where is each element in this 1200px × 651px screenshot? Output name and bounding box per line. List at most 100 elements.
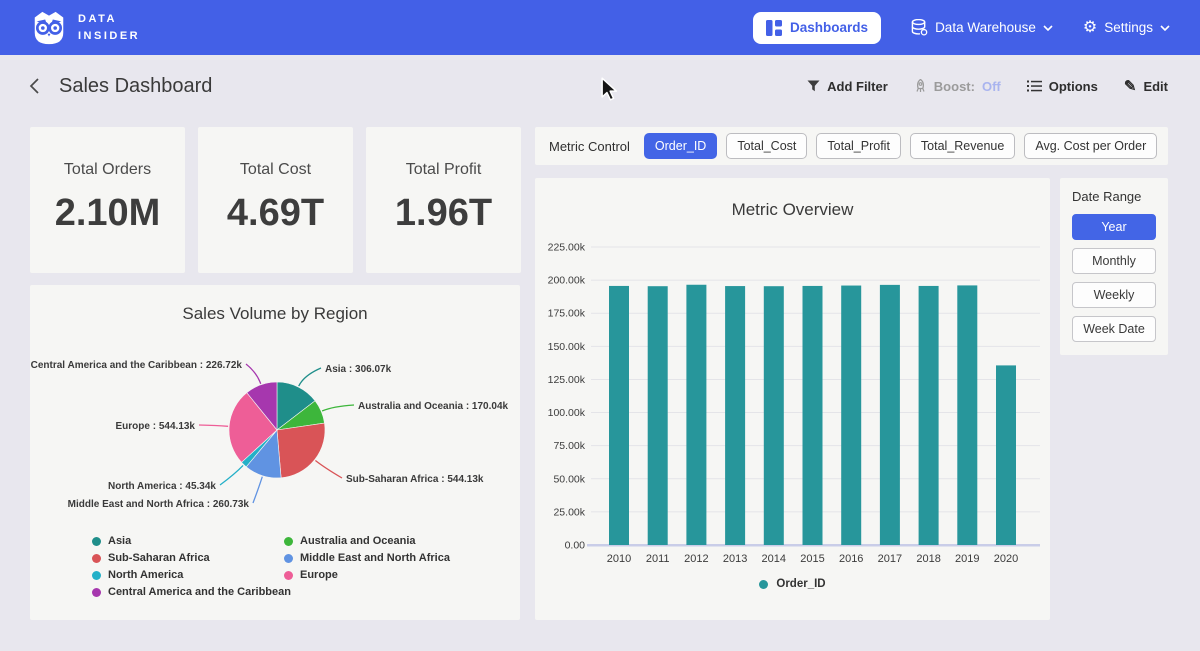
- legend-dot: [92, 571, 101, 580]
- page-title: Sales Dashboard: [59, 75, 212, 98]
- bar-chart[interactable]: 225.00k200.00k175.00k150.00k125.00k100.0…: [535, 178, 1050, 620]
- y-axis-tick-label: 0.00: [565, 540, 586, 552]
- brand-line1: DATA: [78, 11, 140, 28]
- pie-legend-item-europe[interactable]: Europe: [284, 569, 450, 581]
- date-range-week-date[interactable]: Week Date: [1072, 316, 1156, 342]
- x-axis-tick-label: 2018: [916, 553, 940, 565]
- kpi-label: Total Orders: [30, 161, 185, 179]
- bar-2013[interactable]: [725, 286, 745, 545]
- pie-legend-item-middle-east-and-north-africa[interactable]: Middle East and North Africa: [284, 552, 450, 564]
- pie-leader-line: [246, 364, 261, 384]
- metric-control-bar: Metric Control Order_IDTotal_CostTotal_P…: [535, 127, 1168, 165]
- boost-toggle[interactable]: Boost: Off: [914, 79, 1001, 94]
- metric-chip-avg-cost-per-order[interactable]: Avg. Cost per Order: [1024, 133, 1157, 159]
- x-axis-tick-label: 2019: [955, 553, 979, 565]
- kpi-value: 2.10M: [30, 192, 185, 235]
- pie-legend-item-central-america-and-the-caribbean[interactable]: Central America and the Caribbean: [92, 586, 291, 598]
- pie-callout-label: Europe : 544.13k: [116, 421, 196, 432]
- bar-2010[interactable]: [609, 286, 629, 545]
- bar-2011[interactable]: [648, 286, 668, 545]
- legend-label: Asia: [108, 535, 131, 547]
- add-filter-label: Add Filter: [827, 79, 888, 94]
- pie-leader-line: [253, 477, 262, 503]
- owl-logo-icon: [30, 9, 68, 47]
- pie-slice-sub-saharan-africa[interactable]: [277, 423, 325, 478]
- y-axis-tick-label: 125.00k: [548, 374, 586, 386]
- brand-logo[interactable]: DATA INSIDER: [30, 9, 140, 47]
- metric-chip-total-profit[interactable]: Total_Profit: [816, 133, 901, 159]
- pie-chart-title: Sales Volume by Region: [30, 285, 520, 324]
- pie-callout-label: Australia and Oceania : 170.04k: [358, 401, 509, 412]
- legend-label: Order_ID: [776, 578, 825, 590]
- legend-dot: [284, 537, 293, 546]
- options-label: Options: [1049, 79, 1098, 94]
- pie-chart[interactable]: Asia : 306.07k Australia and Oceania : 17…: [30, 330, 520, 530]
- pie-legend-column: Australia and Oceania Middle East and Nor…: [284, 535, 450, 581]
- data-warehouse-menu[interactable]: Data Warehouse: [911, 19, 1053, 36]
- kpi-card-total-cost: Total Cost 4.69T: [198, 127, 353, 273]
- kpi-value: 4.69T: [198, 192, 353, 235]
- rocket-icon: [914, 79, 927, 93]
- header-actions: Add Filter Boost: Off Options ✎ Edit: [807, 79, 1168, 94]
- back-button[interactable]: [28, 77, 41, 95]
- legend-dot: [92, 537, 101, 546]
- pie-chart-card: Sales Volume by Region Asia : 306.07k Aus…: [30, 285, 520, 620]
- pie-legend-item-north-america[interactable]: North America: [92, 569, 291, 581]
- bar-2016[interactable]: [841, 286, 861, 545]
- y-axis-tick-label: 50.00k: [553, 473, 585, 485]
- date-range-options: Year Monthly Weekly Week Date: [1072, 214, 1156, 342]
- bar-chart-legend: Order_ID: [535, 578, 1050, 590]
- boost-state: Off: [982, 79, 1001, 94]
- date-range-label: Date Range: [1072, 189, 1156, 204]
- boost-label: Boost:: [934, 79, 975, 94]
- x-axis-tick-label: 2013: [723, 553, 747, 565]
- pie-legend-item-australia-and-oceania[interactable]: Australia and Oceania: [284, 535, 450, 547]
- date-range-weekly[interactable]: Weekly: [1072, 282, 1156, 308]
- pie-legend-item-sub-saharan-africa[interactable]: Sub-Saharan Africa: [92, 552, 291, 564]
- dashboards-button[interactable]: Dashboards: [753, 12, 881, 44]
- brand-line2: INSIDER: [78, 28, 140, 45]
- options-button[interactable]: Options: [1027, 79, 1098, 94]
- x-axis-tick-label: 2014: [762, 553, 786, 565]
- bar-2012[interactable]: [686, 285, 706, 545]
- database-icon: [911, 19, 928, 36]
- bar-2020[interactable]: [996, 365, 1016, 545]
- metric-chip-group: Order_ID Total_Cost Total_Profit Total_Reve…: [644, 133, 1157, 159]
- legend-label: Central America and the Caribbean: [108, 586, 291, 598]
- dashboard-grid-icon: [766, 20, 782, 36]
- metric-chip-total-revenue[interactable]: Total_Revenue: [910, 133, 1015, 159]
- pie-callout-label: Asia : 306.07k: [325, 364, 392, 375]
- brand-name: DATA INSIDER: [78, 11, 140, 44]
- x-axis-tick-label: 2011: [646, 553, 670, 565]
- settings-menu[interactable]: ⚙ Settings: [1083, 20, 1170, 36]
- legend-dot: [92, 588, 101, 597]
- bar-2018[interactable]: [919, 286, 939, 545]
- bar-2014[interactable]: [764, 286, 784, 545]
- settings-label: Settings: [1104, 20, 1153, 35]
- metric-chip-total-cost[interactable]: Total_Cost: [726, 133, 807, 159]
- bar-2015[interactable]: [803, 286, 823, 545]
- edit-label: Edit: [1143, 79, 1168, 94]
- legend-label: Sub-Saharan Africa: [108, 552, 210, 564]
- add-filter-button[interactable]: Add Filter: [807, 79, 888, 94]
- bar-2019[interactable]: [957, 285, 977, 545]
- x-axis-tick-label: 2016: [839, 553, 863, 565]
- kpi-label: Total Cost: [198, 161, 353, 179]
- bar-2017[interactable]: [880, 285, 900, 545]
- pie-leader-line: [199, 425, 228, 426]
- edit-button[interactable]: ✎ Edit: [1124, 79, 1168, 94]
- page-header: Sales Dashboard Add Filter Boost: Off Op: [0, 55, 1200, 117]
- pie-leader-line: [220, 465, 243, 485]
- top-navbar: DATA INSIDER Dashboards Data Warehouse: [0, 0, 1200, 55]
- legend-label: North America: [108, 569, 183, 581]
- chevron-down-icon: [1160, 25, 1170, 31]
- kpi-card-total-profit: Total Profit 1.96T: [366, 127, 521, 273]
- metric-chip-order-id[interactable]: Order_ID: [644, 133, 717, 159]
- date-range-year[interactable]: Year: [1072, 214, 1156, 240]
- y-axis-tick-label: 75.00k: [553, 440, 585, 452]
- date-range-panel: Date Range Year Monthly Weekly Week Date: [1060, 178, 1168, 355]
- y-axis-tick-label: 150.00k: [548, 341, 586, 353]
- pie-legend-item-asia[interactable]: Asia: [92, 535, 291, 547]
- legend-dot: [284, 554, 293, 563]
- date-range-monthly[interactable]: Monthly: [1072, 248, 1156, 274]
